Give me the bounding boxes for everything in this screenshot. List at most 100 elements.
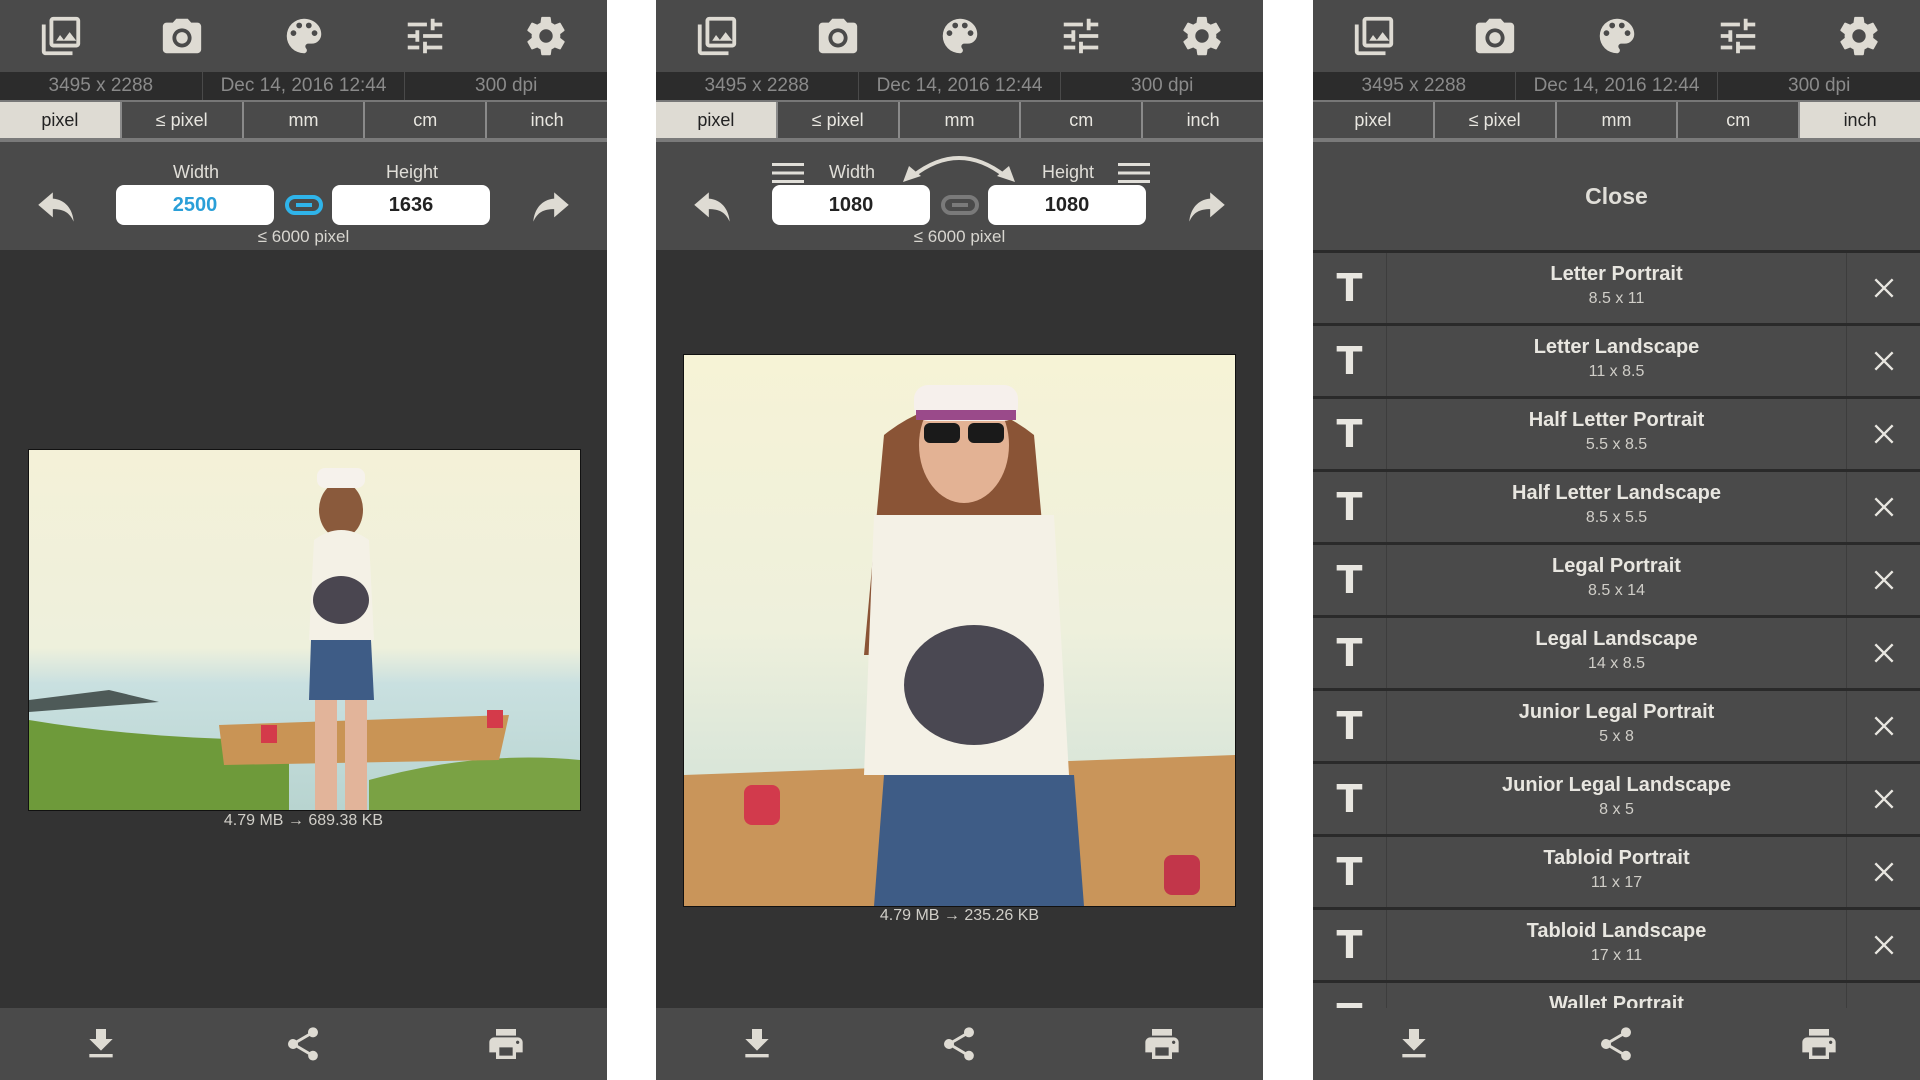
delete-preset-button[interactable]: [1846, 472, 1920, 542]
close-icon: [1871, 421, 1897, 447]
preset-row[interactable]: T Letter Landscape 11 x 8.5: [1313, 326, 1920, 399]
tab-pixel[interactable]: pixel: [0, 102, 122, 138]
preset-row[interactable]: T Half Letter Portrait 5.5 x 8.5: [1313, 399, 1920, 472]
delete-preset-button[interactable]: [1846, 691, 1920, 761]
palette-button[interactable]: [243, 0, 364, 72]
height-input[interactable]: 1636: [332, 185, 490, 225]
tab-cm[interactable]: cm: [1678, 102, 1801, 138]
preset-row[interactable]: T Legal Landscape 14 x 8.5: [1313, 618, 1920, 691]
redo-icon[interactable]: [1181, 182, 1231, 232]
tab-inch[interactable]: inch: [487, 102, 607, 138]
preset-label[interactable]: Letter Portrait 8.5 x 11: [1387, 253, 1846, 323]
preset-label[interactable]: Half Letter Portrait 5.5 x 8.5: [1387, 399, 1846, 469]
edit-text-icon[interactable]: T: [1313, 545, 1387, 615]
tab-inch[interactable]: inch: [1143, 102, 1263, 138]
tab-inch[interactable]: inch: [1800, 102, 1920, 138]
height-presets-menu-icon[interactable]: [1118, 162, 1150, 184]
close-presets-button[interactable]: Close: [1313, 142, 1920, 253]
palette-button[interactable]: [899, 0, 1020, 72]
edit-text-icon[interactable]: T: [1313, 764, 1387, 834]
camera-button[interactable]: [1434, 0, 1555, 72]
edit-text-icon[interactable]: T: [1313, 326, 1387, 396]
delete-preset-button[interactable]: [1846, 545, 1920, 615]
image-date: Dec 14, 2016 12:44: [1516, 72, 1719, 100]
preset-label[interactable]: Junior Legal Landscape 8 x 5: [1387, 764, 1846, 834]
preset-row[interactable]: T Junior Legal Portrait 5 x 8: [1313, 691, 1920, 764]
delete-preset-button[interactable]: [1846, 764, 1920, 834]
preset-row[interactable]: T Junior Legal Landscape 8 x 5: [1313, 764, 1920, 837]
palette-button[interactable]: [1556, 0, 1677, 72]
tab-mm[interactable]: mm: [244, 102, 366, 138]
share-button[interactable]: [202, 1008, 404, 1080]
delete-preset-button[interactable]: [1846, 983, 1920, 1008]
camera-button[interactable]: [121, 0, 242, 72]
gallery-button[interactable]: [1313, 0, 1434, 72]
tab-mm[interactable]: mm: [900, 102, 1022, 138]
preset-label[interactable]: Tabloid Portrait 11 x 17: [1387, 837, 1846, 907]
delete-preset-button[interactable]: [1846, 910, 1920, 980]
undo-icon[interactable]: [688, 182, 738, 232]
settings-button[interactable]: [486, 0, 607, 72]
preset-row[interactable]: T Tabloid Landscape 17 x 11: [1313, 910, 1920, 983]
adjust-button[interactable]: [364, 0, 485, 72]
share-button[interactable]: [858, 1008, 1060, 1080]
preset-row[interactable]: T Half Letter Landscape 8.5 x 5.5: [1313, 472, 1920, 545]
gallery-button[interactable]: [656, 0, 777, 72]
delete-preset-button[interactable]: [1846, 837, 1920, 907]
aspect-link-icon[interactable]: [940, 192, 980, 218]
edit-text-icon[interactable]: T: [1313, 983, 1387, 1008]
edit-text-icon[interactable]: T: [1313, 253, 1387, 323]
preset-label[interactable]: Junior Legal Portrait 5 x 8: [1387, 691, 1846, 761]
edit-text-icon[interactable]: T: [1313, 837, 1387, 907]
preset-row[interactable]: T Tabloid Portrait 11 x 17: [1313, 837, 1920, 910]
adjust-button[interactable]: [1020, 0, 1141, 72]
width-input[interactable]: 2500: [116, 185, 274, 225]
tab-max-pixel[interactable]: ≤ pixel: [1435, 102, 1557, 138]
save-button[interactable]: [0, 1008, 202, 1080]
settings-button[interactable]: [1142, 0, 1263, 72]
preset-row[interactable]: T Wallet Portrait: [1313, 983, 1920, 1008]
camera-button[interactable]: [777, 0, 898, 72]
delete-preset-button[interactable]: [1846, 253, 1920, 323]
paper-preset-list[interactable]: T Letter Portrait 8.5 x 11 T Letter Landscap…: [1313, 253, 1920, 1008]
settings-button[interactable]: [1799, 0, 1920, 72]
save-button[interactable]: [656, 1008, 858, 1080]
tab-cm[interactable]: cm: [365, 102, 488, 138]
edit-text-icon[interactable]: T: [1313, 691, 1387, 761]
save-button[interactable]: [1313, 1008, 1515, 1080]
preset-label[interactable]: Half Letter Landscape 8.5 x 5.5: [1387, 472, 1846, 542]
undo-icon[interactable]: [32, 182, 82, 232]
delete-preset-button[interactable]: [1846, 326, 1920, 396]
top-toolbar: [656, 0, 1263, 72]
edit-text-icon[interactable]: T: [1313, 399, 1387, 469]
tab-max-pixel[interactable]: ≤ pixel: [122, 102, 244, 138]
preset-label[interactable]: Letter Landscape 11 x 8.5: [1387, 326, 1846, 396]
tab-pixel[interactable]: pixel: [656, 102, 778, 138]
gallery-button[interactable]: [0, 0, 121, 72]
share-button[interactable]: [1515, 1008, 1717, 1080]
adjust-button[interactable]: [1677, 0, 1798, 72]
edit-text-icon[interactable]: T: [1313, 472, 1387, 542]
tab-max-pixel[interactable]: ≤ pixel: [778, 102, 900, 138]
height-input[interactable]: 1080: [988, 185, 1146, 225]
tab-pixel[interactable]: pixel: [1313, 102, 1435, 138]
print-button[interactable]: [1061, 1008, 1263, 1080]
print-button[interactable]: [405, 1008, 607, 1080]
delete-preset-button[interactable]: [1846, 618, 1920, 688]
tab-cm[interactable]: cm: [1021, 102, 1144, 138]
preset-label[interactable]: Legal Portrait 8.5 x 14: [1387, 545, 1846, 615]
preset-label[interactable]: Tabloid Landscape 17 x 11: [1387, 910, 1846, 980]
aspect-link-icon[interactable]: [284, 192, 324, 218]
edit-text-icon[interactable]: T: [1313, 910, 1387, 980]
width-input[interactable]: 1080: [772, 185, 930, 225]
redo-icon[interactable]: [525, 182, 575, 232]
preset-dimensions: 11 x 8.5: [1588, 363, 1645, 380]
preset-row[interactable]: T Legal Portrait 8.5 x 14: [1313, 545, 1920, 618]
preset-label[interactable]: Wallet Portrait: [1387, 983, 1846, 1008]
delete-preset-button[interactable]: [1846, 399, 1920, 469]
preset-label[interactable]: Legal Landscape 14 x 8.5: [1387, 618, 1846, 688]
print-button[interactable]: [1718, 1008, 1920, 1080]
preset-row[interactable]: T Letter Portrait 8.5 x 11: [1313, 253, 1920, 326]
tab-mm[interactable]: mm: [1557, 102, 1679, 138]
edit-text-icon[interactable]: T: [1313, 618, 1387, 688]
